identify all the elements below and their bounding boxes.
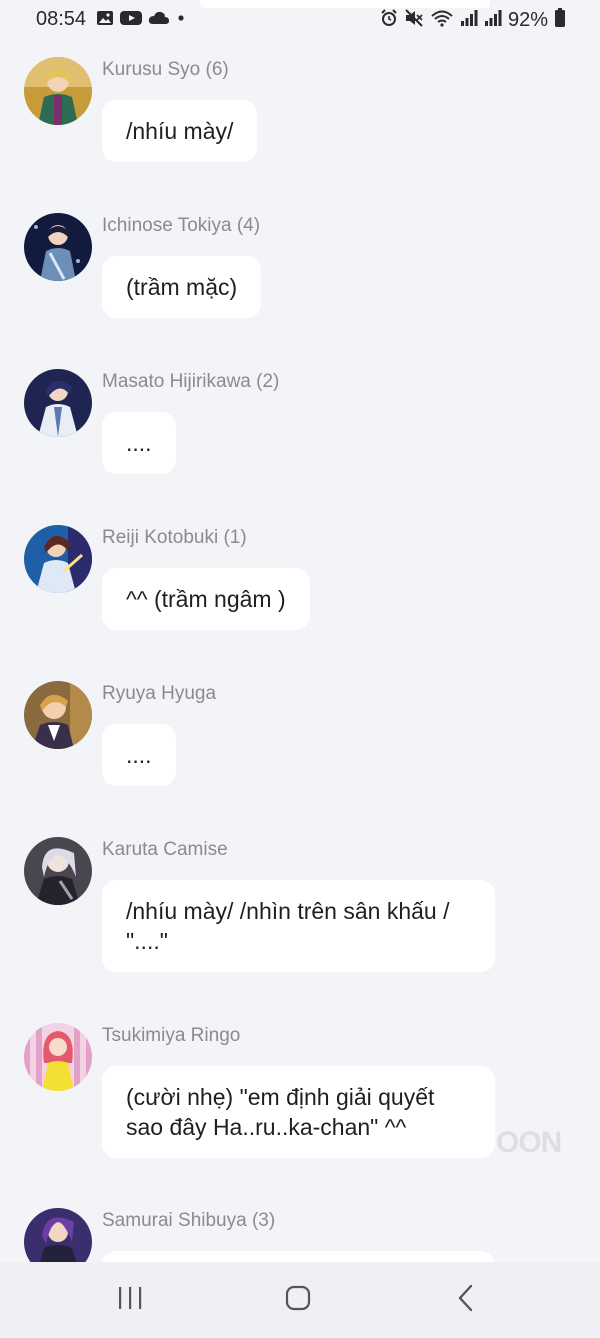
avatar[interactable] — [24, 1023, 92, 1091]
message-bubble[interactable] — [102, 1251, 495, 1262]
avatar[interactable] — [24, 57, 92, 125]
sender-name: Karuta Camise — [102, 839, 228, 860]
sender-name: Masato Hijirikawa (2) — [102, 371, 280, 392]
message-bubble[interactable]: .... — [102, 724, 176, 786]
status-time: 08:54 — [36, 8, 87, 30]
back-button[interactable] — [446, 1282, 486, 1318]
battery-percentage: 92% — [507, 9, 548, 31]
message-bubble[interactable]: ^^ (trầm ngâm ) — [102, 568, 310, 630]
recent-apps-button[interactable] — [110, 1282, 150, 1318]
message-bubble[interactable]: (trầm mặc) — [102, 256, 262, 318]
recent-apps-icon — [117, 1286, 143, 1315]
wifi-icon — [430, 9, 454, 32]
youtube-icon — [120, 10, 142, 31]
sender-name: Ryuya Hyuga — [102, 683, 217, 704]
watermark: OON — [496, 1126, 562, 1159]
chat-list[interactable]: Kurusu Syo (6) /nhíu mày/ Ichinose Tokiy… — [0, 0, 600, 1262]
message-bubble[interactable]: /nhíu mày/ — [102, 100, 258, 162]
signal-icon — [484, 9, 502, 32]
dot-icon — [176, 10, 186, 31]
home-button[interactable] — [278, 1282, 318, 1318]
battery-icon — [554, 8, 566, 33]
signal-icon — [460, 9, 478, 32]
status-bar: 08:54 92% — [0, 0, 600, 40]
avatar[interactable] — [24, 525, 92, 593]
mute-icon — [404, 9, 424, 32]
avatar[interactable] — [24, 213, 92, 281]
back-icon — [456, 1284, 476, 1317]
avatar[interactable] — [24, 1208, 92, 1262]
navigation-bar — [0, 1262, 600, 1338]
avatar[interactable] — [24, 681, 92, 749]
message-bubble[interactable]: (cười nhẹ) "em định giải quyết sao đây H… — [102, 1066, 495, 1158]
sender-name: Reiji Kotobuki (1) — [102, 527, 247, 548]
status-icons-right: 92% — [380, 8, 566, 33]
home-icon — [285, 1285, 311, 1316]
alarm-icon — [380, 9, 398, 32]
sender-name: Ichinose Tokiya (4) — [102, 215, 261, 236]
sender-name: Tsukimiya Ringo — [102, 1025, 241, 1046]
cloud-icon — [148, 10, 170, 31]
status-icons-left — [96, 10, 186, 31]
top-strip — [200, 0, 490, 8]
gallery-icon — [96, 10, 114, 31]
message-bubble[interactable]: .... — [102, 412, 176, 474]
message-bubble[interactable]: /nhíu mày/ /nhìn trên sân khấu / "...." — [102, 880, 495, 972]
avatar[interactable] — [24, 369, 92, 437]
avatar[interactable] — [24, 837, 92, 905]
sender-name: Kurusu Syo (6) — [102, 59, 229, 80]
sender-name: Samurai Shibuya (3) — [102, 1210, 276, 1231]
